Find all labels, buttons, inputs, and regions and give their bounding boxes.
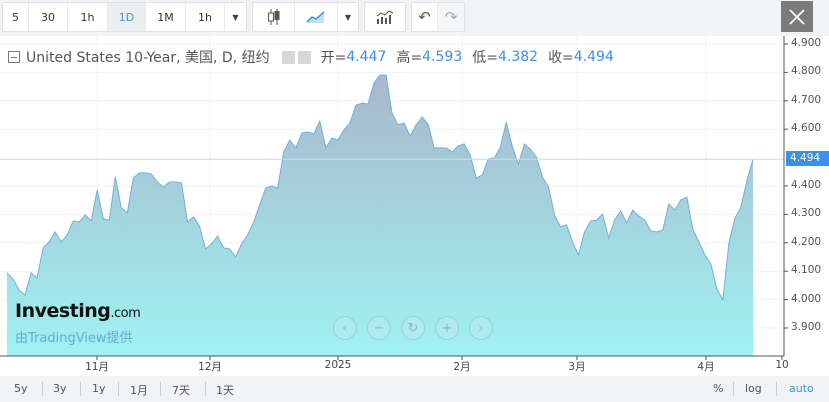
legend: United States 10-Year, 美国, D, 纽约 开= 4.447… <box>8 47 614 67</box>
range-1y[interactable]: 1y <box>92 382 106 395</box>
log-toggle[interactable]: log <box>745 382 762 395</box>
indicators-icon <box>376 10 394 24</box>
chevron-down-icon: ▼ <box>344 12 352 22</box>
area-chart-icon <box>306 11 325 23</box>
close-button[interactable] <box>781 1 813 32</box>
range-3y[interactable]: 3y <box>53 382 67 395</box>
range-1m[interactable]: 1月 <box>130 382 148 398</box>
y-tick-label: 4.100 <box>791 264 822 277</box>
x-tick-label: 3月 <box>568 361 586 373</box>
toolbar: 5 30 1h 1D 1M 1h ▼ ▼ ↶ ↷ <box>0 0 829 35</box>
series-title: United States 10-Year, 美国, D, 纽约 <box>26 50 270 66</box>
range-1d[interactable]: 1天 <box>216 382 234 398</box>
bottom-bar: 5y 3y 1y 1月 7天 1天 % log auto <box>0 377 829 402</box>
y-tick-label: 4.700 <box>791 93 822 106</box>
visibility-icon[interactable] <box>281 50 295 64</box>
zoom-in-button[interactable]: + <box>435 316 459 340</box>
range-5y[interactable]: 5y <box>14 382 28 395</box>
interval-1h-alt[interactable]: 1h <box>186 3 225 31</box>
interval-1d[interactable]: 1D <box>108 3 146 31</box>
reset-button[interactable]: ↻ <box>401 316 425 340</box>
scroll-left-button[interactable]: ‹ <box>333 316 357 340</box>
open-value: 4.447 <box>346 49 387 65</box>
interval-1m[interactable]: 1M <box>146 3 186 31</box>
y-tick-label: 4.900 <box>791 37 822 49</box>
provider-text: 由TradingView提供 <box>15 331 133 346</box>
interval-group: 5 30 1h 1D 1M 1h ▼ <box>2 2 247 32</box>
high-label: 高= <box>396 50 423 66</box>
y-tick-label: 4.400 <box>791 179 822 191</box>
undo-button[interactable]: ↶ <box>412 3 438 31</box>
close-label: 收= <box>548 50 574 66</box>
candlestick-button[interactable] <box>253 3 295 31</box>
history-group: ↶ ↷ <box>411 2 465 32</box>
y-tick-label: 3.900 <box>791 321 822 333</box>
redo-icon: ↷ <box>444 8 458 26</box>
x-tick-label: 11月 <box>85 361 109 373</box>
range-7d[interactable]: 7天 <box>172 382 190 398</box>
x-tick-label: 2月 <box>453 361 471 373</box>
interval-1h[interactable]: 1h <box>68 3 108 31</box>
zoom-out-button[interactable]: − <box>367 316 391 340</box>
x-tick-label: 2025 <box>324 359 352 371</box>
settings-icon[interactable] <box>297 50 311 64</box>
x-tick-label: 12月 <box>198 361 222 373</box>
y-tick-label: 4.200 <box>791 235 822 248</box>
low-label: 低= <box>472 50 498 66</box>
undo-icon: ↶ <box>418 8 431 26</box>
y-tick-label: 4.800 <box>791 65 822 78</box>
interval-30[interactable]: 30 <box>29 3 68 31</box>
y-tick-label: 4.300 <box>791 207 822 220</box>
close-icon <box>789 8 805 25</box>
candlestick-icon <box>267 9 279 25</box>
low-value: 4.382 <box>497 49 539 65</box>
close-value: 4.494 <box>573 49 614 65</box>
scroll-right-button[interactable]: › <box>469 316 493 340</box>
chevron-down-icon: ▼ <box>232 12 239 22</box>
x-tick-label: 4月 <box>697 361 715 373</box>
auto-toggle[interactable]: auto <box>789 382 814 395</box>
chart-type-dropdown[interactable]: ▼ <box>338 3 358 31</box>
chart-type-group: ▼ <box>252 2 359 32</box>
collapse-icon[interactable] <box>8 51 20 63</box>
interval-5[interactable]: 5 <box>3 3 29 31</box>
interval-dropdown[interactable]: ▼ <box>225 3 246 31</box>
indicators-group <box>364 2 406 32</box>
y-tick-label: 4.000 <box>791 292 822 305</box>
high-value: 4.593 <box>422 49 463 65</box>
open-label: 开= <box>320 50 347 66</box>
y-tick-label: 4.600 <box>791 122 822 135</box>
x-tick-label: 10 <box>775 359 789 371</box>
area-chart-button[interactable] <box>295 3 338 31</box>
indicators-button[interactable] <box>365 3 405 31</box>
redo-button[interactable]: ↷ <box>438 3 464 31</box>
investing-logo: Investing.com <box>15 300 141 322</box>
percent-toggle[interactable]: % <box>713 382 723 395</box>
last-price-tag: 4.494 <box>786 151 829 166</box>
